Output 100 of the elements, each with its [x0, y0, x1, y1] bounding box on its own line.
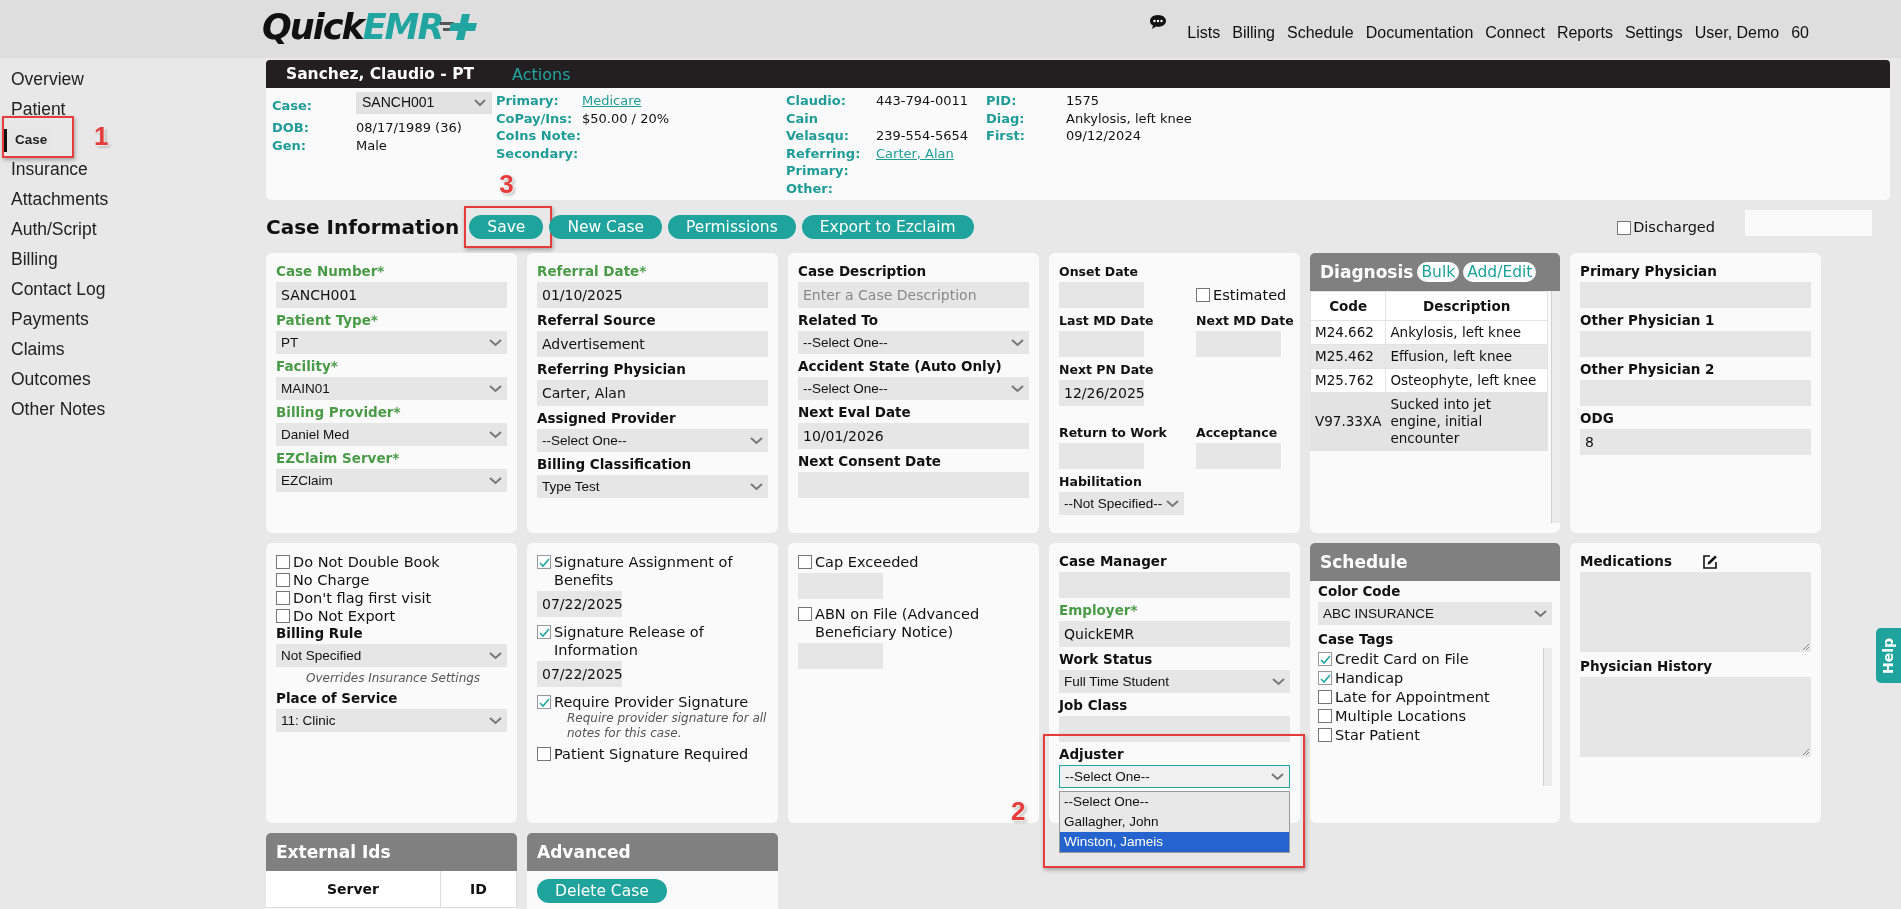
dropdown[interactable]: MAIN01 [276, 377, 507, 400]
column-header: Server [266, 871, 441, 908]
info-value: $50.00 / 20% [582, 109, 670, 127]
dropdown[interactable]: --Select One-- [537, 429, 768, 452]
field-label: Work Status [1059, 651, 1153, 668]
sidebar-item[interactable]: Other Notes [0, 398, 106, 420]
checkbox[interactable] [276, 573, 290, 587]
table-cell: Effusion, left knee [1385, 344, 1548, 369]
nav-link[interactable]: Schedule [1286, 24, 1354, 42]
dropdown-option[interactable]: Winston, Jameis [1060, 832, 1289, 852]
checkbox[interactable] [1617, 221, 1632, 235]
nav-link[interactable]: Lists [1187, 24, 1221, 42]
checkbox-label: Cap Exceeded [815, 553, 919, 571]
resize-grip-icon [1802, 643, 1810, 651]
checkbox[interactable] [1318, 709, 1332, 723]
highlight-frame [2, 116, 74, 158]
dropdown[interactable]: ABC INSURANCE [1318, 602, 1552, 625]
nav-link[interactable]: 60 [1791, 24, 1809, 42]
chat-icon[interactable] [1149, 14, 1168, 30]
table-cell: Osteophyte, left knee [1385, 368, 1548, 393]
field-label: Employer* [1059, 602, 1138, 619]
sidebar-item[interactable]: Contact Log [0, 278, 106, 300]
input-field[interactable]: 01/10/2025 [537, 282, 768, 308]
sidebar-item[interactable]: Attachments [0, 188, 109, 210]
checkbox-label: Credit Card on File [1335, 650, 1469, 668]
nav-link[interactable]: User, Demo [1694, 24, 1780, 42]
dropdown[interactable]: --Select One-- [798, 331, 1029, 354]
input-field[interactable]: Advertisement [537, 331, 768, 357]
nav-link[interactable]: Reports [1556, 24, 1613, 42]
checkbox[interactable] [798, 555, 812, 569]
input-field[interactable]: SANCH001 [276, 282, 507, 308]
checkbox[interactable] [276, 609, 290, 623]
checkbox[interactable] [798, 607, 812, 621]
field-label: Related To [798, 312, 878, 329]
checkbox[interactable] [1318, 671, 1332, 685]
checkbox[interactable] [1318, 690, 1332, 704]
dropdown[interactable]: Daniel Med [276, 423, 507, 446]
info-label: Other: [786, 179, 834, 197]
info-label: Velasqu: [786, 127, 850, 145]
checkbox[interactable] [537, 747, 551, 761]
info-label: Diag: [986, 109, 1026, 127]
dropdown[interactable]: 11: Clinic [276, 709, 507, 732]
input-field[interactable]: 8 [1580, 429, 1811, 455]
checkbox[interactable] [1196, 288, 1210, 302]
step-number: 3 [499, 169, 514, 200]
dropdown[interactable]: Type Test [537, 475, 768, 498]
dropdown[interactable]: Full Time Student [1059, 670, 1290, 693]
actions-link[interactable]: Actions [512, 64, 571, 84]
nav-link[interactable]: Connect [1485, 24, 1545, 42]
checkbox[interactable] [537, 555, 551, 569]
sidebar-item[interactable]: Claims [0, 338, 65, 360]
checkbox[interactable] [276, 591, 290, 605]
dropdown[interactable]: --Not Specified-- [1059, 492, 1184, 515]
chevron-icon [750, 436, 763, 445]
dropdown[interactable]: EZClaim [276, 469, 507, 492]
checkbox[interactable] [1318, 728, 1332, 742]
dropdown[interactable]: --Select One-- [798, 377, 1029, 400]
dropdown-option[interactable]: --Select One-- [1060, 792, 1289, 812]
info-value: 443-794-0011 [876, 92, 969, 110]
sidebar-item[interactable]: Insurance [0, 158, 88, 180]
field-label: Patient Type* [276, 312, 378, 329]
field-label: Case Tags [1318, 631, 1394, 648]
nav-link[interactable]: Documentation [1365, 24, 1474, 42]
dropdown[interactable]: --Select One-- [1059, 765, 1290, 788]
input-field[interactable]: QuickEMR [1059, 621, 1290, 647]
sidebar-item[interactable]: Overview [0, 68, 84, 90]
sidebar-item[interactable]: Auth/Script [0, 218, 97, 240]
checkbox[interactable] [276, 555, 290, 569]
nav-link[interactable]: Billing [1232, 24, 1275, 42]
field-label: Adjuster [1059, 746, 1124, 763]
input-field[interactable] [1059, 716, 1290, 742]
nav-link[interactable]: Settings [1624, 24, 1683, 42]
sidebar-item[interactable]: Patient [0, 98, 66, 120]
chevron-icon [489, 338, 502, 347]
edit-icon[interactable] [1702, 553, 1718, 570]
field-label: Other Physician 1 [1580, 312, 1715, 329]
input-field[interactable]: 07/22/2025 [537, 661, 622, 687]
info-value: 08/17/1989 (36) [356, 119, 462, 137]
checkbox-label: Do Not Double Book [293, 553, 440, 571]
checkbox[interactable] [537, 695, 551, 709]
checkbox-label: Patient Signature Required [554, 745, 749, 763]
table-cell: M25.762 [1310, 368, 1386, 393]
case-dropdown[interactable]: SANCH001 [356, 92, 492, 114]
input-field[interactable]: Carter, Alan [537, 380, 768, 406]
scroll-bar[interactable] [1551, 291, 1560, 523]
sidebar-item[interactable]: Billing [0, 248, 58, 270]
input-field[interactable]: 12/26/2025 [1059, 380, 1144, 406]
checkbox[interactable] [1318, 652, 1332, 666]
scroll-bar[interactable] [1543, 648, 1552, 786]
dropdown[interactable]: Not Specified [276, 644, 507, 667]
sidebar-item[interactable]: Payments [0, 308, 89, 330]
sidebar-item[interactable]: Outcomes [0, 368, 91, 390]
dropdown-option[interactable]: Gallagher, John [1060, 812, 1289, 832]
field-label: Billing Rule [276, 625, 363, 642]
input-field[interactable]: 07/22/2025 [537, 591, 622, 617]
input-field[interactable]: 10/01/2026 [798, 423, 1029, 449]
field-label: Place of Service [276, 690, 398, 707]
checkbox-label: Require Provider Signature [554, 693, 749, 711]
dropdown[interactable]: PT [276, 331, 507, 354]
checkbox[interactable] [537, 625, 551, 639]
